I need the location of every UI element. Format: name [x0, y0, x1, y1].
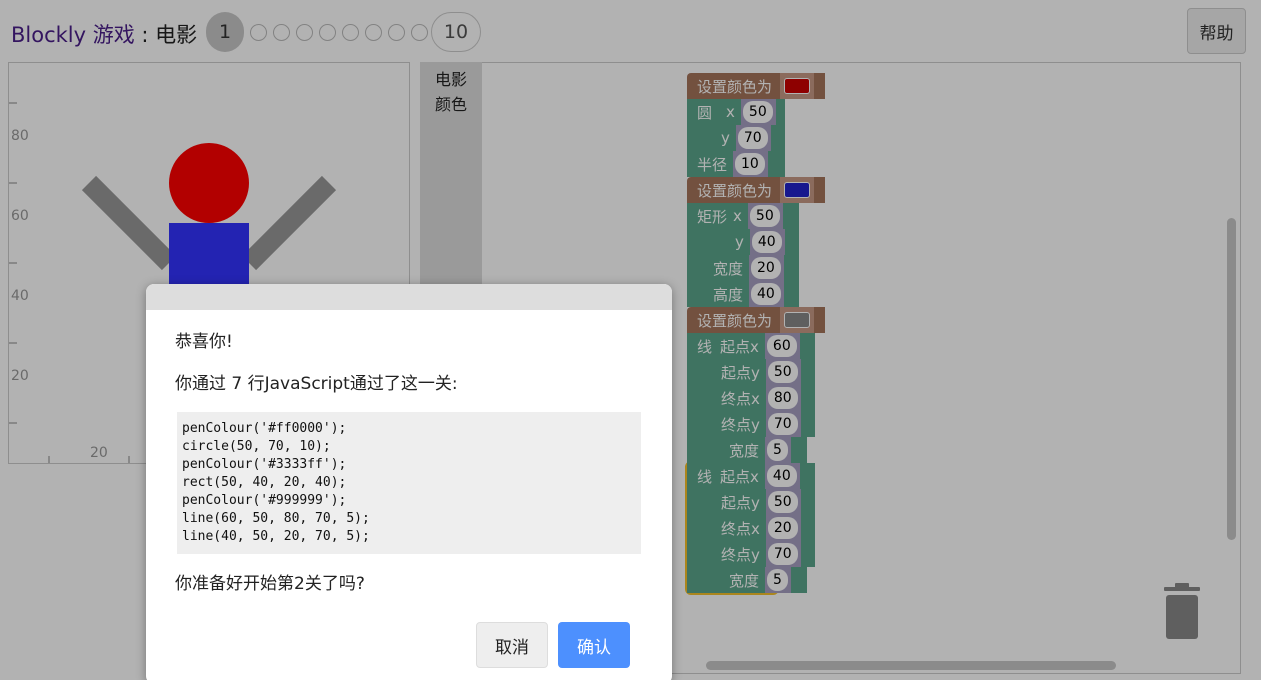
congrats-text: 恭喜你!	[175, 332, 233, 352]
code-line: circle(50, 70, 10);	[182, 439, 331, 454]
code-line: line(60, 50, 80, 70, 5);	[182, 511, 370, 526]
dialog-buttons: 取消 确认	[476, 622, 630, 668]
code-line: penColour('#ff0000');	[182, 421, 347, 436]
cancel-button[interactable]: 取消	[476, 622, 548, 668]
code-listing: penColour('#ff0000'); circle(50, 70, 10);…	[177, 412, 641, 554]
dialog-header[interactable]	[146, 284, 672, 310]
code-line: line(40, 50, 20, 70, 5);	[182, 529, 370, 544]
dialog-body: 恭喜你! 你通过 7 行JavaScript通过了这一关: penColour(…	[146, 310, 672, 596]
summary-text: 你通过 7 行JavaScript通过了这一关:	[175, 374, 458, 394]
level-complete-dialog: 恭喜你! 你通过 7 行JavaScript通过了这一关: penColour(…	[146, 284, 672, 680]
code-line: rect(50, 40, 20, 40);	[182, 475, 347, 490]
confirm-button[interactable]: 确认	[558, 622, 630, 668]
question-text: 你准备好开始第2关了吗?	[175, 574, 365, 594]
code-line: penColour('#3333ff');	[182, 457, 347, 472]
code-line: penColour('#999999');	[182, 493, 347, 508]
